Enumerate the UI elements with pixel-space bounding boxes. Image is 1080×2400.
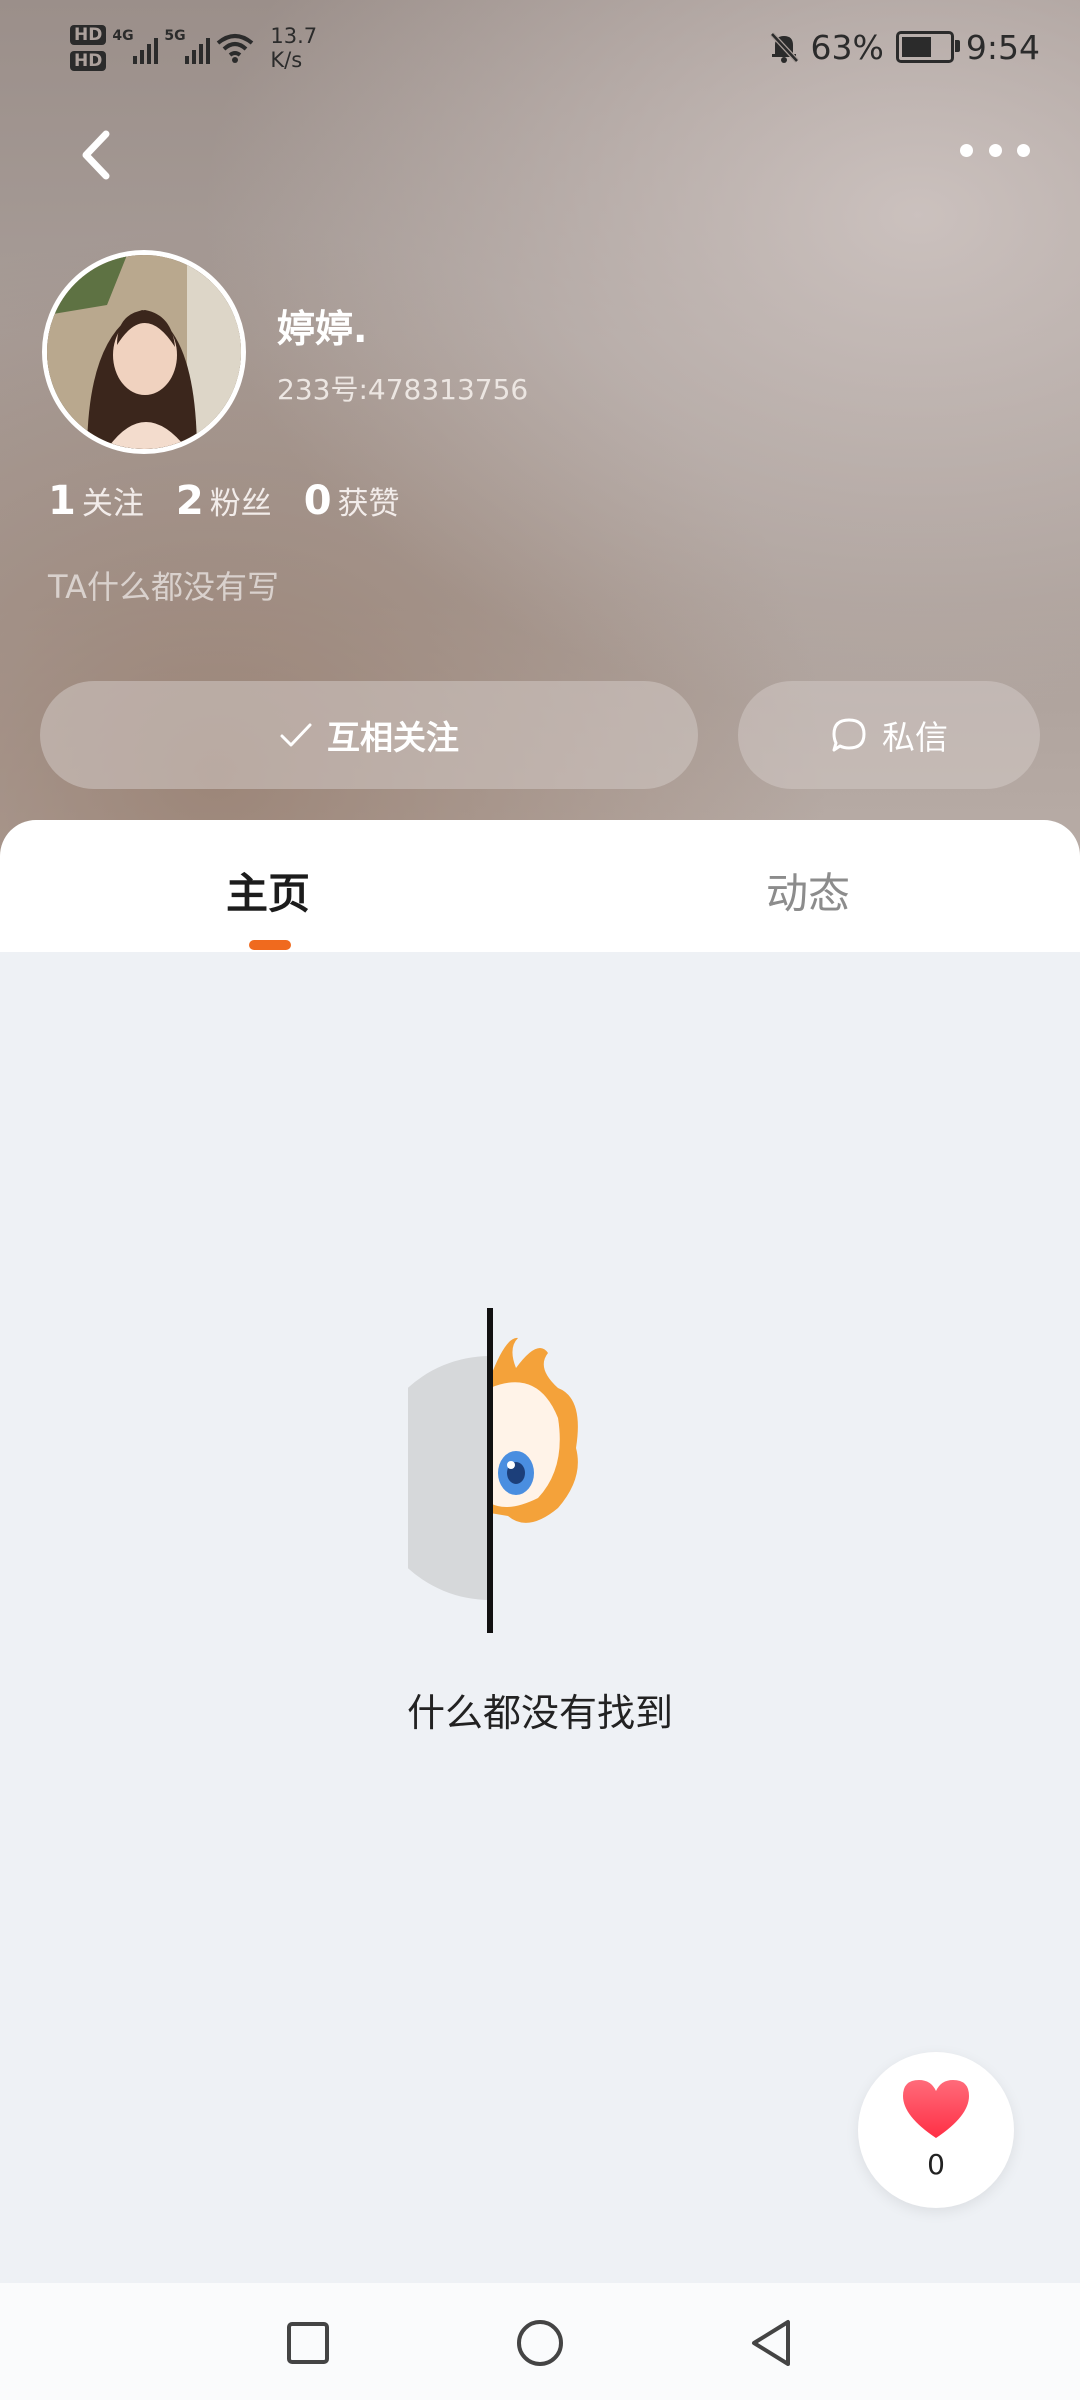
network-speed-unit: K/s bbox=[270, 48, 303, 72]
system-nav-bar bbox=[0, 2283, 1080, 2400]
network-speed-value: 13.7 bbox=[270, 24, 318, 48]
square-icon[interactable] bbox=[278, 2313, 338, 2373]
like-widget[interactable]: 0 bbox=[858, 2052, 1014, 2208]
user-id: 233号:478313756 bbox=[277, 373, 529, 406]
tab-feed[interactable]: 动态 bbox=[766, 860, 850, 921]
clock-time: 9:54 bbox=[965, 27, 1040, 67]
stat-following-label: 关注 bbox=[81, 486, 144, 522]
avatar-image bbox=[47, 255, 241, 449]
triangle-back-icon[interactable] bbox=[742, 2313, 802, 2373]
stat-followers-label: 粉丝 bbox=[209, 486, 272, 522]
active-tab-indicator bbox=[249, 940, 291, 950]
back-button[interactable] bbox=[70, 120, 130, 190]
heart-icon bbox=[903, 2080, 969, 2138]
stat-following[interactable]: 1 关注 bbox=[48, 478, 144, 524]
status-bar: HD HD 4G 5G 13.7 K/s 63% 9:54 bbox=[0, 0, 1080, 90]
stat-likes-label: 获赞 bbox=[337, 486, 400, 522]
message-button[interactable]: 私信 bbox=[738, 681, 1040, 789]
chat-bubble-icon bbox=[832, 718, 866, 752]
bell-muted-icon bbox=[769, 32, 799, 63]
network-4g-label: 4G bbox=[112, 28, 134, 44]
empty-state-illustration bbox=[408, 1308, 578, 1633]
mutual-follow-label: 互相关注 bbox=[327, 718, 459, 757]
more-options-button[interactable] bbox=[960, 130, 1030, 170]
stat-likes[interactable]: 0 获赞 bbox=[304, 478, 400, 524]
stat-followers[interactable]: 2 粉丝 bbox=[176, 478, 272, 524]
mutual-follow-button[interactable]: 互相关注 bbox=[40, 681, 698, 789]
more-dots-icon bbox=[960, 143, 973, 157]
signal-4g-icon: 4G bbox=[112, 28, 159, 68]
hd-badge-2: HD bbox=[70, 51, 107, 71]
avatar[interactable] bbox=[42, 250, 246, 454]
like-count: 0 bbox=[927, 2148, 945, 2181]
stat-following-count: 1 bbox=[48, 478, 76, 524]
status-right: 63% 9:54 bbox=[769, 22, 1040, 72]
status-left: HD HD 4G 5G 13.7 K/s bbox=[70, 18, 317, 78]
signal-5g-icon: 5G bbox=[164, 28, 211, 68]
profile-tabs: 主页 动态 bbox=[0, 820, 1080, 952]
battery-percent: 63% bbox=[810, 27, 884, 67]
empty-state-text: 什么都没有找到 bbox=[406, 1691, 673, 1735]
username: 婷婷. bbox=[277, 307, 368, 351]
stat-followers-count: 2 bbox=[175, 478, 204, 524]
network-speed: 13.7 K/s bbox=[270, 24, 317, 72]
hd-indicators: HD HD bbox=[70, 25, 107, 71]
circle-icon[interactable] bbox=[510, 2313, 570, 2373]
network-5g-label: 5G bbox=[164, 28, 186, 44]
back-arrow-icon bbox=[82, 130, 110, 180]
message-label: 私信 bbox=[882, 718, 948, 757]
hd-badge-1: HD bbox=[70, 25, 107, 45]
profile-stats: 1 关注 2 粉丝 0 获赞 bbox=[48, 478, 432, 524]
bio: TA什么都没有写 bbox=[48, 568, 279, 606]
stat-likes-count: 0 bbox=[303, 478, 332, 524]
wifi-icon bbox=[217, 34, 254, 63]
tab-home[interactable]: 主页 bbox=[226, 860, 310, 921]
check-icon bbox=[280, 723, 312, 747]
battery-icon bbox=[895, 31, 960, 63]
